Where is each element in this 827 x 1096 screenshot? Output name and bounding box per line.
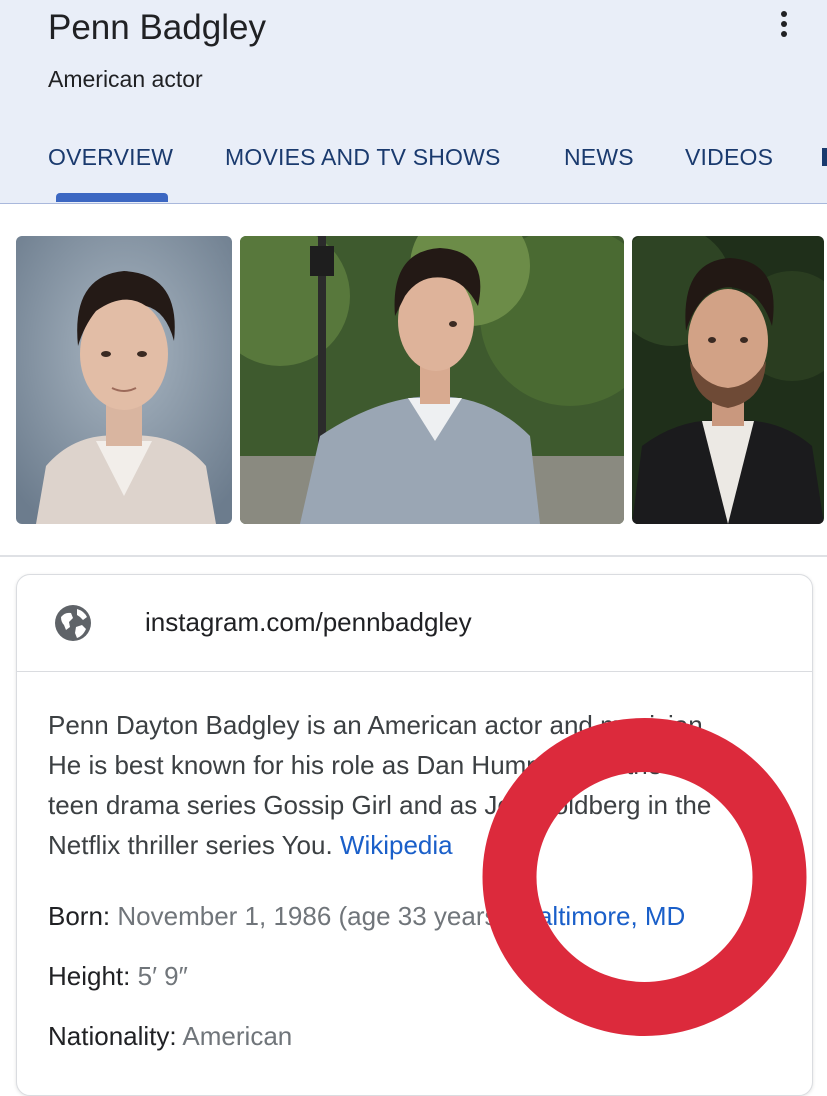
description-line: Penn Dayton Badgley is an American actor… <box>48 710 710 740</box>
height-value: 5′ 9″ <box>137 961 188 991</box>
description-line: teen drama series Gossip Girl and as Joe… <box>48 790 712 820</box>
more-vert-icon[interactable] <box>768 6 800 42</box>
more-dot <box>781 11 787 17</box>
entity-title: Penn Badgley <box>48 8 266 47</box>
nationality-value: American <box>182 1021 293 1051</box>
entity-subtitle: American actor <box>48 66 203 92</box>
instagram-link-row[interactable]: instagram.com/pennbadgley <box>17 575 812 672</box>
instagram-link[interactable]: instagram.com/pennbadgley <box>145 607 472 638</box>
photo-portrait-2[interactable] <box>632 236 824 524</box>
globe-icon <box>55 605 91 641</box>
more-dot <box>781 31 787 37</box>
wikipedia-link[interactable]: Wikipedia <box>340 830 453 860</box>
photo-portrait-1[interactable] <box>16 236 232 524</box>
tab-overflow-edge <box>822 148 827 166</box>
active-tab-indicator <box>56 193 168 202</box>
tab-news[interactable]: NEWS <box>564 144 634 171</box>
description-line: He is best known for his role as Dan Hum… <box>48 750 713 780</box>
description-line: Netflix thriller series You. <box>48 830 333 860</box>
fact-height: Height: 5′ 9″ <box>48 961 188 992</box>
about-card: instagram.com/pennbadgley Penn Dayton Ba… <box>16 574 813 1096</box>
section-divider <box>0 555 827 557</box>
fact-born: Born: November 1, 1986 (age 33 years), B… <box>48 901 685 932</box>
born-date: November 1, 1986 (age 33 years), <box>117 901 514 931</box>
image-carousel <box>0 236 827 524</box>
tab-movies-and-tv-shows[interactable]: MOVIES AND TV SHOWS <box>225 144 501 171</box>
tab-overview[interactable]: OVERVIEW <box>48 144 173 171</box>
fact-nationality: Nationality: American <box>48 1021 292 1052</box>
more-dot <box>781 21 787 27</box>
entity-description: Penn Dayton Badgley is an American actor… <box>48 705 788 865</box>
photo-street-scene[interactable] <box>240 236 624 524</box>
nationality-label: Nationality: <box>48 1021 177 1051</box>
tab-videos[interactable]: VIDEOS <box>685 144 773 171</box>
knowledge-panel-header: Penn Badgley American actor OVERVIEW MOV… <box>0 0 827 204</box>
born-label: Born: <box>48 901 111 931</box>
born-place-link[interactable]: Baltimore, MD <box>521 901 686 931</box>
height-label: Height: <box>48 961 131 991</box>
